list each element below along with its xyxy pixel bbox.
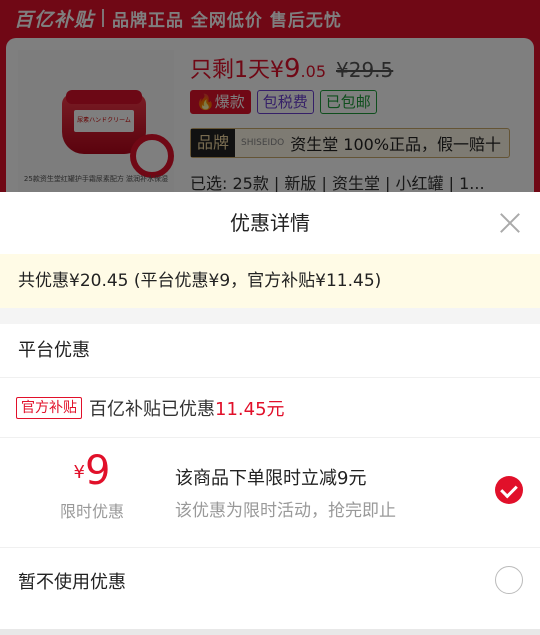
coupon-value: ¥9 限时优惠 [52, 448, 132, 522]
discount-details-sheet: 优惠详情 共优惠¥20.45 (平台优惠¥9，官方补贴¥11.45) 平台优惠 … [0, 192, 540, 635]
sheet-title: 优惠详情 [230, 211, 310, 235]
coupon-currency: ¥ [73, 462, 85, 483]
limited-time-coupon[interactable]: ¥9 限时优惠 该商品下单限时立减9元 该优惠为限时活动，抢完即止 [0, 438, 540, 548]
checkmark-icon[interactable] [495, 476, 523, 504]
bottom-divider [0, 629, 540, 635]
no-discount-label: 暂不使用优惠 [18, 572, 126, 593]
platform-discount-heading: 平台优惠 [0, 324, 540, 378]
modal-overlay[interactable] [0, 0, 540, 200]
section-gap [0, 308, 540, 324]
coupon-type: 限时优惠 [59, 502, 124, 521]
coupon-description: 该商品下单限时立减9元 [175, 468, 367, 489]
subsidy-text: 百亿补贴已优惠 [89, 398, 215, 420]
subsidy-amount: 11.45元 [215, 398, 285, 420]
official-subsidy-row: 官方补贴 百亿补贴已优惠 11.45元 [0, 378, 540, 438]
sheet-header: 优惠详情 [0, 192, 540, 254]
coupon-amount: 9 [85, 448, 111, 494]
radio-unchecked-icon[interactable] [495, 566, 523, 594]
close-icon[interactable] [498, 211, 522, 235]
discount-summary: 共优惠¥20.45 (平台优惠¥9，官方补贴¥11.45) [0, 254, 540, 308]
official-subsidy-badge: 官方补贴 [16, 396, 82, 419]
coupon-note: 该优惠为限时活动，抢完即止 [175, 501, 396, 521]
no-discount-option[interactable]: 暂不使用优惠 [0, 548, 540, 612]
